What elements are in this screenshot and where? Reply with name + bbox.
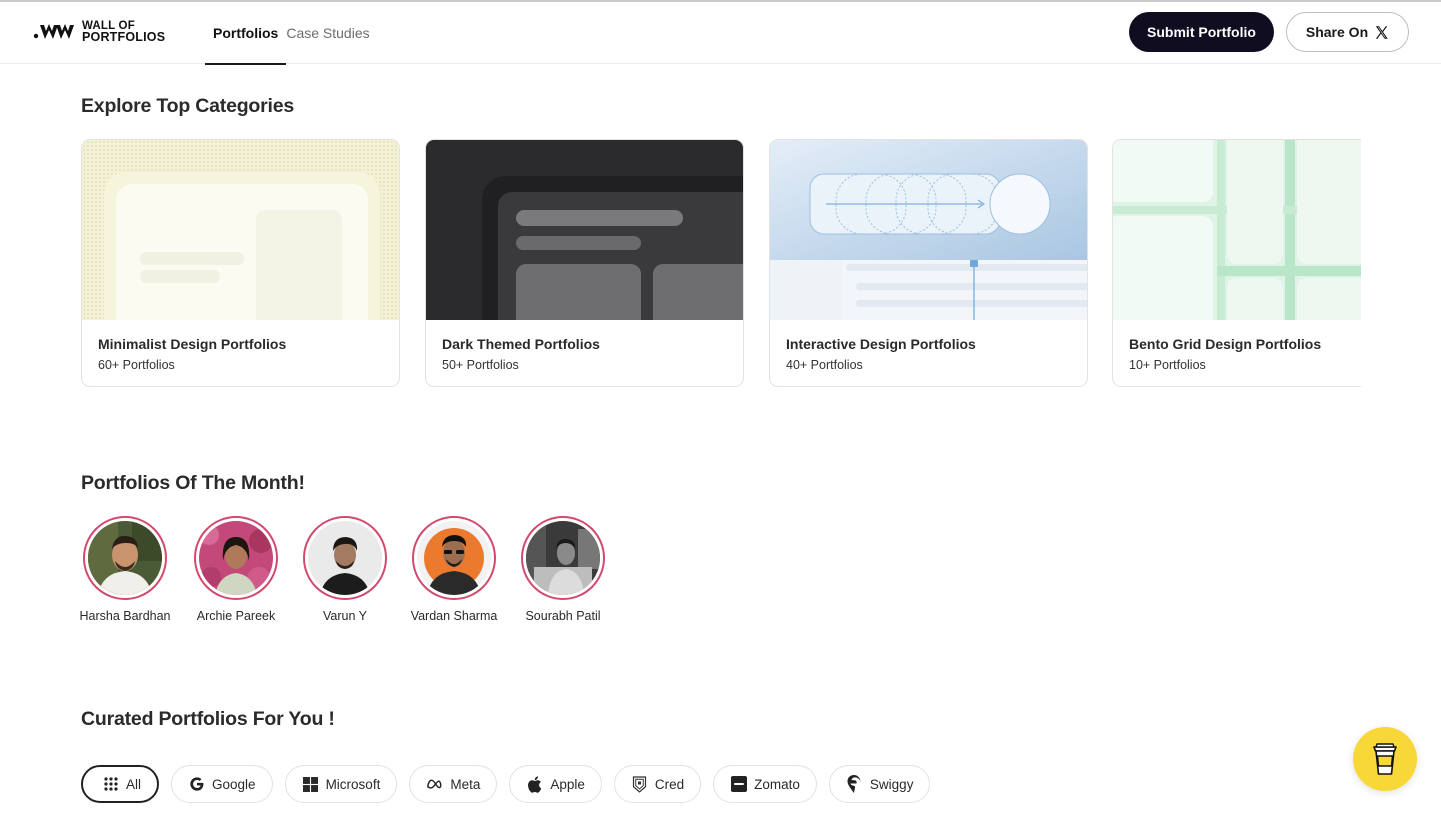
category-title: Bento Grid Design Portfolios <box>1129 336 1322 352</box>
avatar <box>199 521 273 595</box>
curated-section-title: Curated Portfolios For You ! <box>81 708 335 730</box>
month-portfolio-item[interactable]: Archie Pareek <box>186 516 286 623</box>
avatar-ring <box>194 516 278 600</box>
month-portfolio-item[interactable]: Harsha Bardhan <box>75 516 175 623</box>
filter-chip-google[interactable]: Google <box>171 765 273 803</box>
month-portfolio-item[interactable]: Sourabh Patil <box>513 516 613 623</box>
brand-wordmark: WALL OF PORTFOLIOS <box>82 20 166 44</box>
category-count: 40+ Portfolios <box>786 358 863 372</box>
apple-icon <box>526 775 543 793</box>
filter-chip-zomato[interactable]: Zomato <box>713 765 817 803</box>
cred-icon <box>631 775 648 793</box>
share-label: Share On <box>1305 24 1369 40</box>
brand-logo[interactable]: WALL OF PORTFOLIOS <box>32 19 165 45</box>
avatar-name: Harsha Bardhan <box>79 609 171 623</box>
filter-chip-swiggy[interactable]: Swiggy <box>828 765 931 803</box>
coffee-cup-icon <box>1373 743 1397 775</box>
filter-chip-meta[interactable]: Meta <box>409 765 498 803</box>
filter-chip-label: Swiggy <box>869 776 914 792</box>
share-on-x-button[interactable]: Share On <box>1286 12 1409 52</box>
interactive-thumbnail <box>770 140 1087 320</box>
filter-chip-all[interactable]: All <box>81 765 160 803</box>
grid-dots-icon <box>102 776 119 793</box>
filter-chip-cred[interactable]: Cred <box>613 765 702 803</box>
minimalist-thumbnail <box>82 140 399 320</box>
filter-chip-label: Microsoft <box>325 776 381 792</box>
submit-portfolio-button[interactable]: Submit Portfolio <box>1129 12 1274 52</box>
avatar-ring <box>412 516 496 600</box>
avatar-ring <box>303 516 387 600</box>
bento-grid-thumbnail <box>1113 140 1361 320</box>
x-logo-icon <box>1376 25 1388 39</box>
category-title: Interactive Design Portfolios <box>786 336 976 352</box>
category-card-minimalist[interactable]: Minimalist Design Portfolios 60+ Portfol… <box>81 139 400 387</box>
filter-chip-label: Zomato <box>754 776 800 792</box>
filter-chip-label: Meta <box>450 776 481 792</box>
google-icon <box>188 776 205 793</box>
category-carousel: Minimalist Design Portfolios 60+ Portfol… <box>81 139 1361 389</box>
dark-themed-thumbnail <box>426 140 743 320</box>
logo-mark-icon <box>33 24 74 39</box>
month-section-title: Portfolios Of The Month! <box>81 472 305 494</box>
avatar <box>526 521 600 595</box>
category-title: Dark Themed Portfolios <box>442 336 600 352</box>
category-count: 10+ Portfolios <box>1129 358 1206 372</box>
main-nav: Portfolios Case Studies <box>205 2 370 65</box>
category-title: Minimalist Design Portfolios <box>98 336 287 352</box>
category-count: 60+ Portfolios <box>98 358 175 372</box>
meta-icon <box>426 776 443 793</box>
swiggy-icon <box>846 775 863 793</box>
company-filter-bar: All Google Microsoft Meta Apple Cred Zom… <box>81 765 931 803</box>
filter-chip-label: Apple <box>550 776 585 792</box>
filter-chip-microsoft[interactable]: Microsoft <box>284 765 398 803</box>
month-portfolio-item[interactable]: Varun Y <box>295 516 395 623</box>
zomato-icon <box>730 776 747 793</box>
month-portfolio-item[interactable]: Vardan Sharma <box>404 516 504 623</box>
avatar <box>88 521 162 595</box>
avatar-name: Vardan Sharma <box>410 609 498 623</box>
avatar-name: Archie Pareek <box>196 609 276 623</box>
category-count: 50+ Portfolios <box>442 358 519 372</box>
buy-me-a-coffee-button[interactable] <box>1353 727 1417 791</box>
brand-line-2: PORTFOLIOS <box>82 30 166 44</box>
avatar <box>417 521 491 595</box>
avatar <box>308 521 382 595</box>
avatar-name: Sourabh Patil <box>525 609 601 623</box>
avatar-ring <box>521 516 605 600</box>
category-card-bento-grid[interactable]: Bento Grid Design Portfolios 10+ Portfol… <box>1112 139 1361 387</box>
microsoft-icon <box>302 776 319 793</box>
category-card-dark-themed[interactable]: Dark Themed Portfolios 50+ Portfolios <box>425 139 744 387</box>
tab-case-studies[interactable]: Case Studies <box>286 2 369 64</box>
categories-section-title: Explore Top Categories <box>81 95 295 117</box>
category-card-interactive[interactable]: Interactive Design Portfolios 40+ Portfo… <box>769 139 1088 387</box>
site-header: WALL OF PORTFOLIOS Portfolios Case Studi… <box>0 2 1441 65</box>
avatar-name: Varun Y <box>322 609 367 623</box>
avatar-ring <box>83 516 167 600</box>
filter-chip-apple[interactable]: Apple <box>509 765 602 803</box>
filter-chip-label: Google <box>212 776 256 792</box>
filter-chip-label: All <box>126 776 142 792</box>
filter-chip-label: Cred <box>654 776 685 792</box>
tab-portfolios[interactable]: Portfolios <box>205 2 287 65</box>
